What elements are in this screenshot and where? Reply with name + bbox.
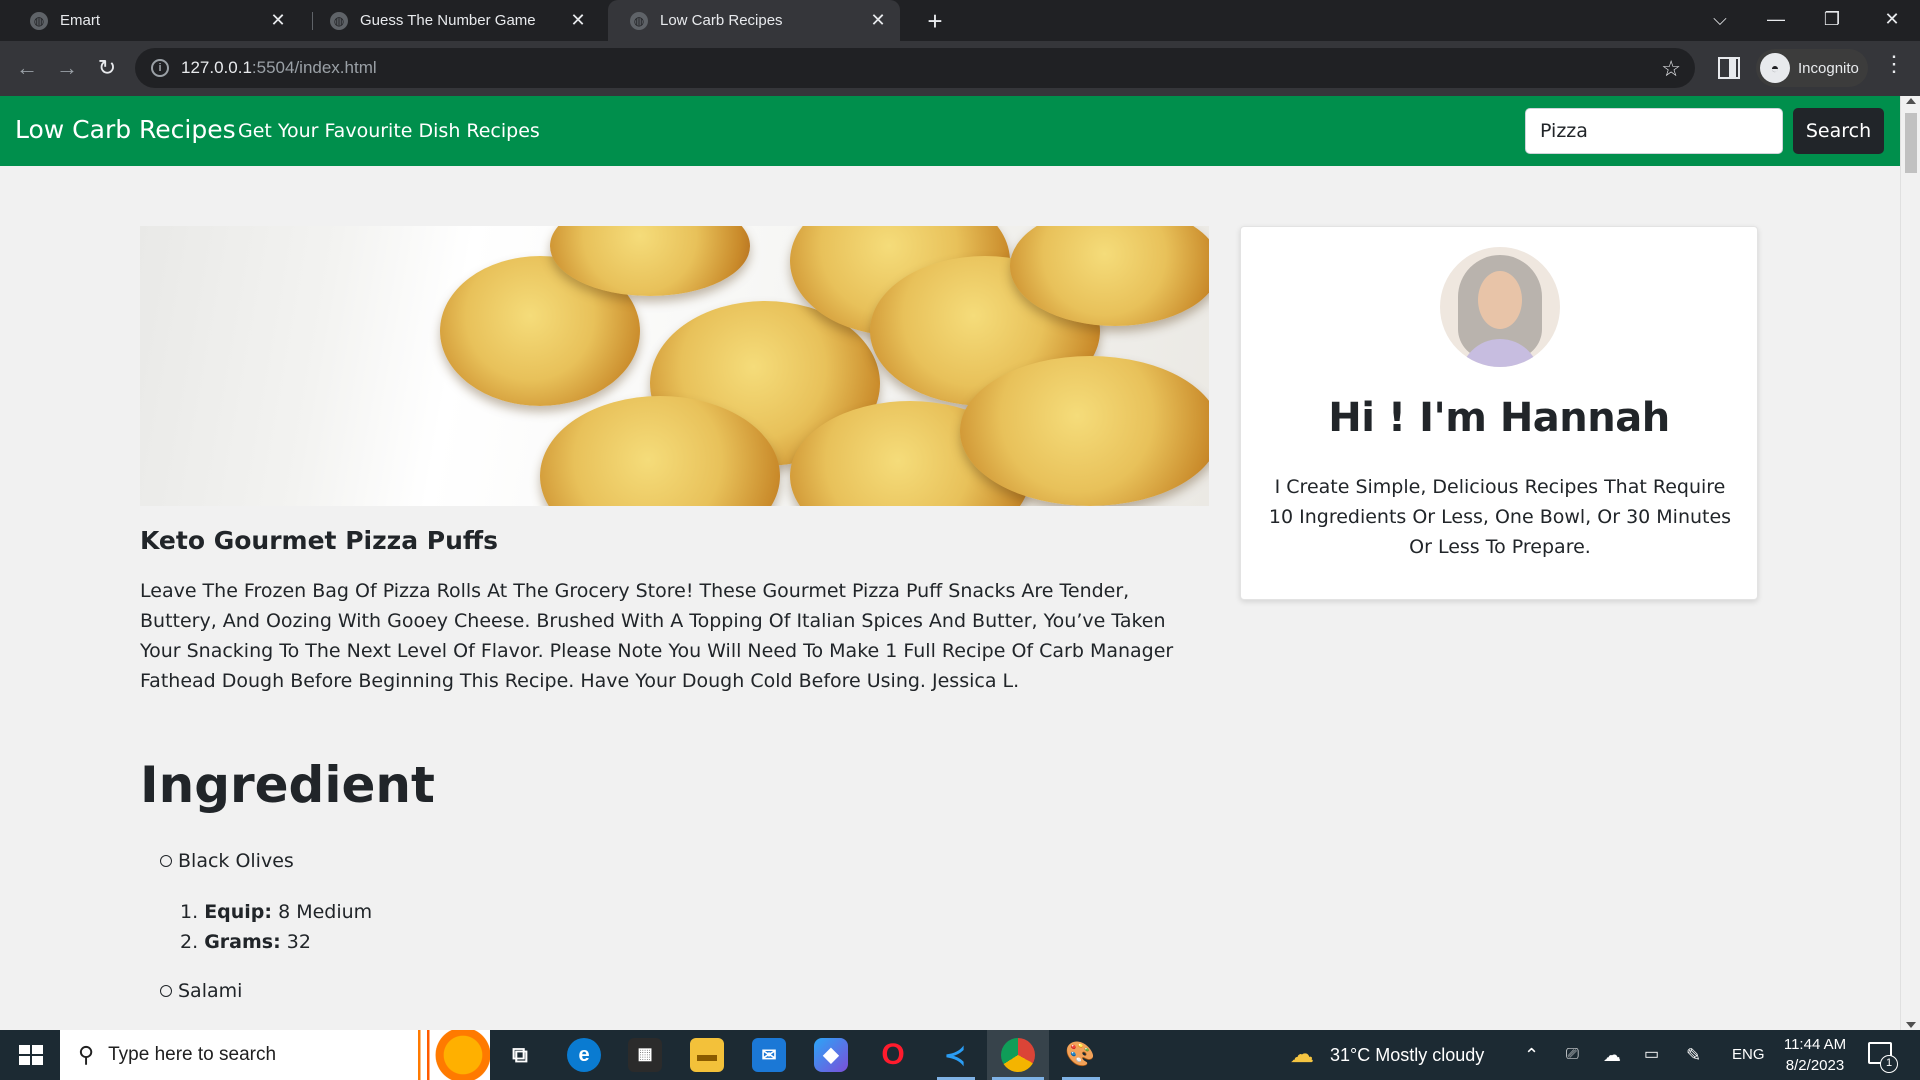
bookmark-star-icon[interactable]: ☆ bbox=[1661, 56, 1681, 82]
incognito-icon: ◓ bbox=[1760, 53, 1790, 83]
detail-value: 8 Medium bbox=[278, 901, 373, 923]
globe-icon: ◍ bbox=[330, 11, 348, 30]
list-bullet-icon bbox=[160, 985, 172, 997]
file-explorer-icon[interactable]: ▬ bbox=[690, 1038, 724, 1072]
browser-tab-strip: ◍ Emart ✕ ◍ Guess The Number Game ✕ ◍ Lo… bbox=[0, 0, 1920, 41]
chrome-icon[interactable] bbox=[1001, 1038, 1035, 1072]
ingredient-detail: 1. Equip: 8 Medium bbox=[180, 901, 373, 923]
tab-title: Guess The Number Game bbox=[360, 12, 536, 29]
detail-label: Equip: bbox=[204, 901, 273, 923]
detail-value: 32 bbox=[286, 931, 311, 953]
page-scrollbar[interactable] bbox=[1900, 96, 1920, 1030]
taskbar-search-placeholder: Type here to search bbox=[108, 1044, 277, 1065]
onedrive-icon[interactable]: ☁ bbox=[1603, 1030, 1621, 1080]
minimize-button[interactable]: — bbox=[1748, 0, 1804, 41]
site-navbar: Low Carb Recipes Get Your Favourite Dish… bbox=[0, 96, 1900, 166]
windows-taskbar: ⚲ Type here to search ⧉ e ▦ ▬ ✉ ◆ O ≺ 🎨 … bbox=[0, 1030, 1920, 1080]
recipe-title: Keto Gourmet Pizza Puffs bbox=[140, 526, 499, 555]
pen-icon[interactable]: ✎ bbox=[1686, 1030, 1701, 1080]
page-content: Keto Gourmet Pizza Puffs Leave The Froze… bbox=[0, 166, 1900, 1030]
tab-emart[interactable]: ◍ Emart ✕ bbox=[8, 0, 300, 41]
battery-icon[interactable]: ▭ bbox=[1644, 1030, 1659, 1080]
side-panel-icon[interactable] bbox=[1718, 57, 1740, 79]
globe-icon: ◍ bbox=[30, 11, 48, 30]
ingredient-name: Black Olives bbox=[178, 850, 294, 872]
recipe-image bbox=[140, 226, 1209, 506]
copilot-icon[interactable]: ◆ bbox=[814, 1038, 848, 1072]
language-indicator[interactable]: ENG bbox=[1732, 1030, 1765, 1080]
meet-now-icon[interactable]: ⎚ bbox=[1566, 1030, 1579, 1080]
system-clock[interactable]: 11:44 AM 8/2/2023 bbox=[1770, 1034, 1860, 1076]
author-greeting: Hi ! I'm Hannah bbox=[1328, 395, 1670, 441]
back-icon[interactable]: ← bbox=[8, 49, 46, 87]
address-bar[interactable]: i 127.0.0.1:5504/index.html ☆ bbox=[135, 48, 1695, 88]
weather-text[interactable]: 31°C Mostly cloudy bbox=[1330, 1030, 1484, 1080]
list-bullet-icon bbox=[160, 855, 172, 867]
tab-title: Low Carb Recipes bbox=[660, 12, 783, 29]
microsoft-store-icon[interactable]: ▦ bbox=[628, 1038, 662, 1072]
weather-icon[interactable]: ☁ bbox=[1290, 1030, 1314, 1080]
ingredient-name: Salami bbox=[178, 980, 243, 1002]
ingredients-heading: Ingredient bbox=[140, 756, 435, 814]
brand-link[interactable]: Low Carb Recipes bbox=[15, 115, 236, 144]
ingredient-item: Black Olives bbox=[160, 850, 294, 872]
url-host: 127.0.0.1 bbox=[181, 58, 252, 77]
recipe-description: Leave The Frozen Bag Of Pizza Rolls At T… bbox=[140, 580, 1174, 692]
avatar bbox=[1440, 247, 1560, 367]
opera-icon[interactable]: O bbox=[876, 1038, 910, 1072]
forward-icon[interactable]: → bbox=[48, 49, 86, 87]
search-input[interactable] bbox=[1525, 108, 1783, 154]
edge-browser-icon[interactable]: e bbox=[567, 1038, 601, 1072]
clock-time: 11:44 AM bbox=[1783, 1036, 1847, 1053]
clock-date: 8/2/2023 bbox=[1785, 1057, 1845, 1074]
site-info-icon[interactable]: i bbox=[151, 59, 169, 77]
ingredient-detail: 2. Grams: 32 bbox=[180, 931, 311, 953]
pizza-puff bbox=[960, 356, 1209, 506]
reload-icon[interactable]: ↻ bbox=[88, 49, 126, 87]
ingredient-item: Salami bbox=[160, 980, 242, 1002]
close-icon[interactable]: ✕ bbox=[264, 10, 292, 31]
url-path: :5504/index.html bbox=[251, 58, 377, 77]
scroll-up-icon[interactable] bbox=[1906, 98, 1916, 104]
scrollbar-thumb[interactable] bbox=[1905, 113, 1917, 173]
author-card: Hi ! I'm Hannah I Create Simple, Delicio… bbox=[1240, 226, 1758, 600]
scroll-down-icon[interactable] bbox=[1906, 1022, 1916, 1028]
detail-label: Grams: bbox=[204, 931, 281, 953]
close-window-button[interactable]: ✕ bbox=[1864, 0, 1920, 41]
globe-icon: ◍ bbox=[630, 11, 648, 30]
tab-guess-the-number[interactable]: ◍ Guess The Number Game ✕ bbox=[308, 0, 600, 41]
vscode-icon[interactable]: ≺ bbox=[938, 1038, 972, 1072]
search-button[interactable]: Search bbox=[1793, 108, 1884, 154]
browser-menu-icon[interactable]: ⋮ bbox=[1882, 51, 1906, 77]
incognito-profile-button[interactable]: ◓ Incognito bbox=[1756, 49, 1868, 87]
paint-icon[interactable]: 🎨 bbox=[1063, 1038, 1097, 1072]
show-hidden-icons-icon[interactable]: ⌃ bbox=[1524, 1030, 1539, 1080]
browser-toolbar: ← → ↻ i 127.0.0.1:5504/index.html ☆ ◓ In… bbox=[0, 41, 1920, 96]
author-bio: I Create Simple, Delicious Recipes That … bbox=[1268, 476, 1732, 558]
search-icon: ⚲ bbox=[78, 1042, 95, 1067]
profile-label: Incognito bbox=[1798, 59, 1859, 77]
windows-start-icon[interactable] bbox=[0, 1030, 60, 1080]
restore-button[interactable]: ❐ bbox=[1804, 0, 1860, 41]
tab-title: Emart bbox=[60, 12, 101, 29]
search-highlight-icon[interactable] bbox=[400, 1030, 490, 1080]
tab-search-dropdown-icon[interactable]: ⌵ bbox=[1692, 0, 1748, 41]
close-icon[interactable]: ✕ bbox=[864, 10, 892, 31]
close-icon[interactable]: ✕ bbox=[564, 10, 592, 31]
new-tab-button[interactable]: + bbox=[918, 4, 952, 38]
notification-badge: 1 bbox=[1880, 1055, 1898, 1073]
task-view-icon[interactable]: ⧉ bbox=[503, 1038, 537, 1072]
taskbar-search-box[interactable]: ⚲ Type here to search bbox=[60, 1030, 490, 1080]
mail-icon[interactable]: ✉ bbox=[752, 1038, 786, 1072]
nav-link-favourite-recipes[interactable]: Get Your Favourite Dish Recipes bbox=[238, 120, 540, 142]
tab-low-carb-recipes[interactable]: ◍ Low Carb Recipes ✕ bbox=[608, 0, 900, 41]
